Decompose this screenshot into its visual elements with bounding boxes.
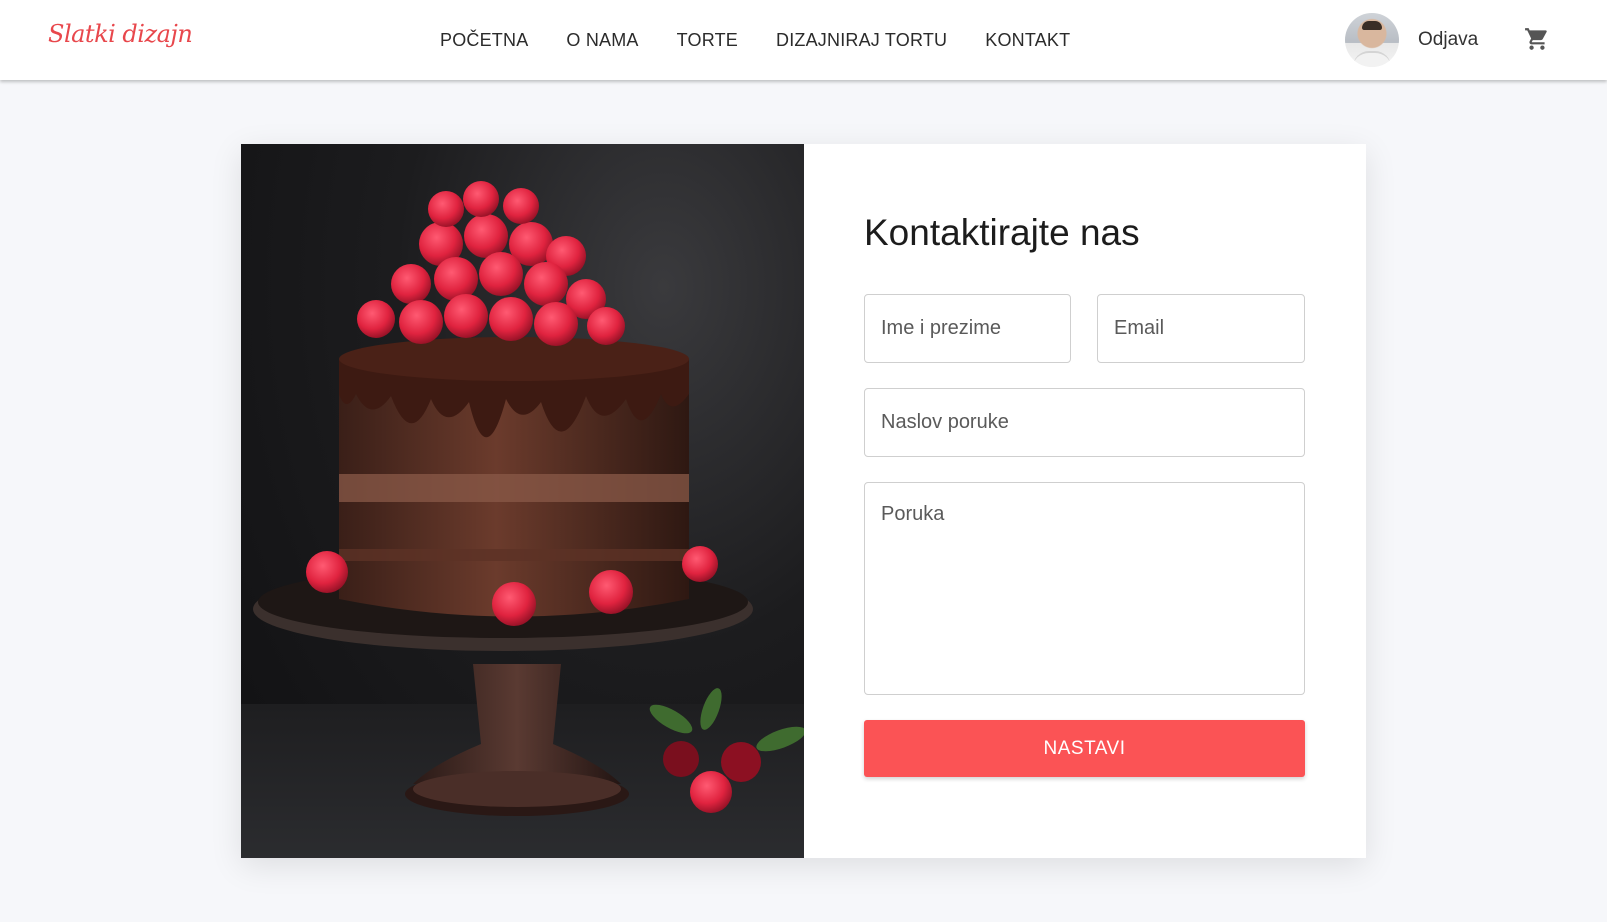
brand-logo[interactable]: Slatki dizajn (48, 20, 193, 48)
contact-card: Kontaktirajte nas NASTAVI (241, 144, 1366, 858)
site-header: Slatki dizajn POČETNA O NAMA TORTE DIZAJ… (0, 0, 1607, 80)
cake-image (241, 144, 804, 858)
page-title: Kontaktirajte nas (864, 212, 1140, 253)
nav-item-dizajniraj-tortu[interactable]: DIZAJNIRAJ TORTU (776, 30, 947, 51)
nav-item-o-nama[interactable]: O NAMA (566, 30, 638, 51)
submit-button[interactable]: NASTAVI (864, 720, 1305, 777)
nav-item-pocetna[interactable]: POČETNA (440, 30, 528, 51)
contact-form: Kontaktirajte nas NASTAVI (804, 144, 1366, 858)
logout-link[interactable]: Odjava (1418, 29, 1478, 51)
message-field[interactable] (864, 482, 1305, 695)
email-field[interactable] (1097, 294, 1305, 363)
cake-illustration (241, 181, 804, 858)
main-nav: POČETNA O NAMA TORTE DIZAJNIRAJ TORTU KO… (440, 0, 1070, 80)
name-field[interactable] (864, 294, 1071, 363)
avatar-hair (1362, 21, 1382, 30)
subject-field[interactable] (864, 388, 1305, 457)
nav-item-kontakt[interactable]: KONTAKT (985, 30, 1070, 51)
shopping-cart-icon[interactable] (1524, 26, 1550, 52)
nav-item-torte[interactable]: TORTE (677, 30, 738, 51)
user-avatar[interactable] (1345, 13, 1399, 67)
avatar-shirt (1353, 51, 1391, 67)
